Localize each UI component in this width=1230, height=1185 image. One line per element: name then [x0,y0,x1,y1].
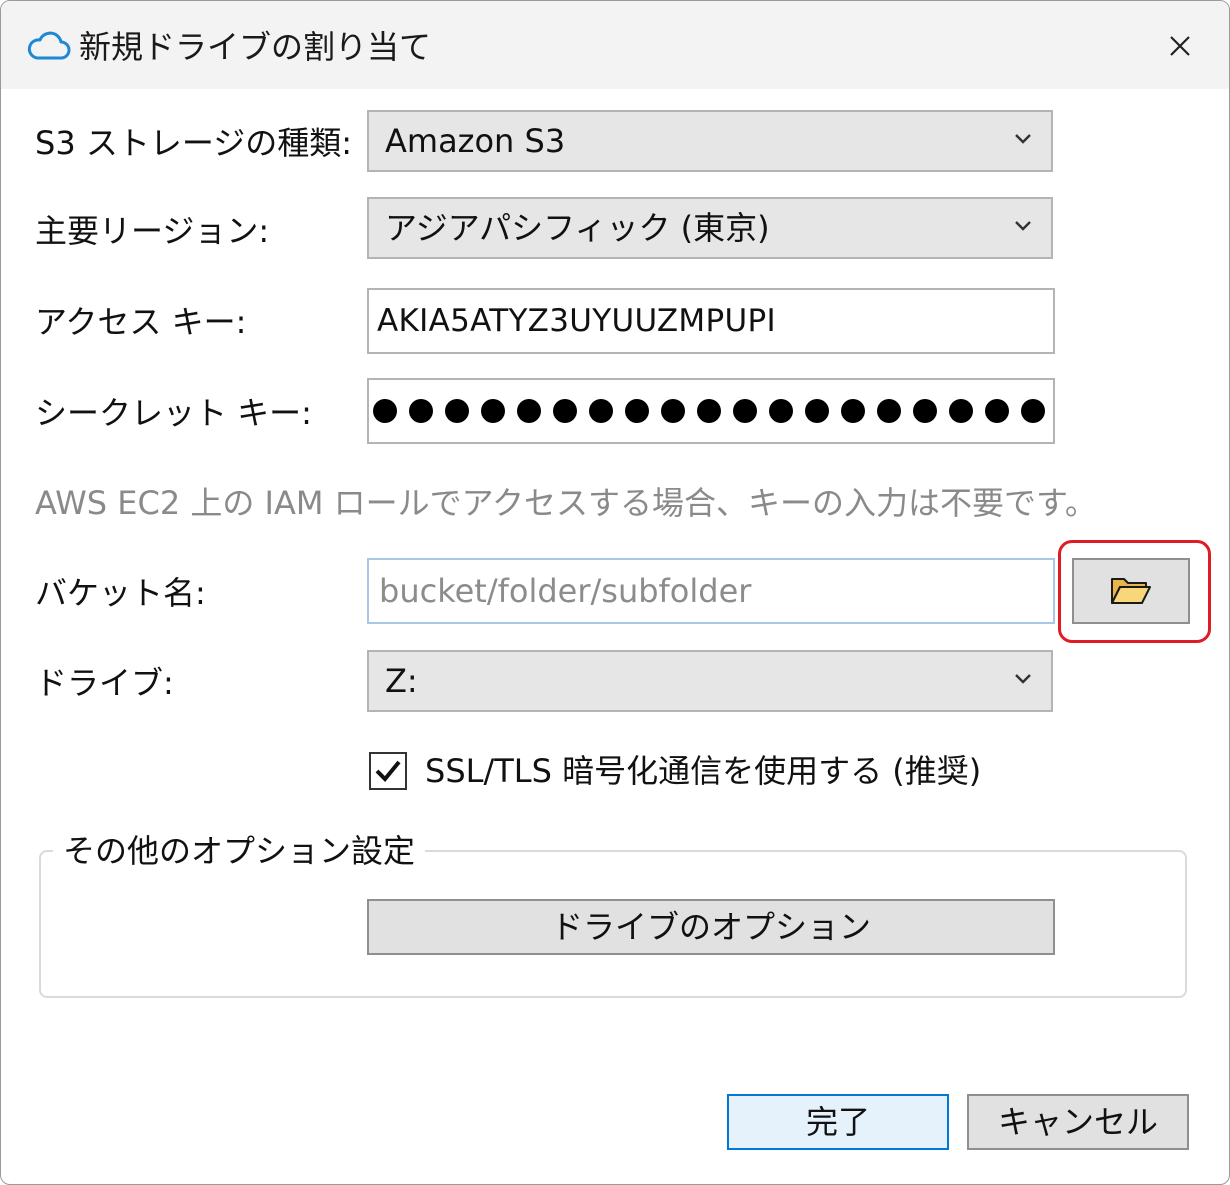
mask-dot [913,399,937,423]
storage-type-value: Amazon S3 [385,122,566,160]
mask-dot [481,399,505,423]
storage-type-select[interactable]: Amazon S3 [367,110,1053,172]
mask-dot [733,399,757,423]
cancel-button[interactable]: キャンセル [967,1094,1189,1150]
drive-options-button[interactable]: ドライブのオプション [367,899,1055,955]
region-label: 主要リージョン: [35,212,270,250]
storage-type-label: S3 ストレージの種類: [35,124,352,162]
browse-bucket-button[interactable] [1072,558,1190,624]
bucket-label: バケット名: [35,574,206,612]
secret-key-input[interactable] [367,378,1055,444]
mask-dot [409,399,433,423]
mask-dot [877,399,901,423]
mask-dot [1021,399,1045,423]
bucket-input[interactable]: bucket/folder/subfolder [367,558,1055,624]
secret-key-label: シークレット キー: [35,394,312,432]
secret-key-mask [373,399,1045,423]
iam-hint-text: AWS EC2 上の IAM ロールでアクセスする場合、キーの入力は不要です。 [35,484,1097,522]
bucket-placeholder: bucket/folder/subfolder [379,572,752,610]
region-value: アジアパシフィック (東京) [385,209,770,247]
close-icon [1170,36,1190,56]
other-options-title: その他のオプション設定 [53,829,426,873]
mask-dot [949,399,973,423]
new-drive-dialog: 新規ドライブの割り当て S3 ストレージの種類: Amazon S3 主要リージ… [0,0,1230,1185]
mask-dot [589,399,613,423]
ssl-option[interactable]: SSL/TLS 暗号化通信を使用する (推奨) [369,749,981,793]
mask-dot [769,399,793,423]
mask-dot [517,399,541,423]
mask-dot [985,399,1009,423]
access-key-value: AKIA5ATYZ3UYUUZMPUPI [377,303,776,339]
mask-dot [373,399,397,423]
mask-dot [445,399,469,423]
mask-dot [553,399,577,423]
mask-dot [841,399,865,423]
dialog-title: 新規ドライブの割り当て [79,28,432,66]
region-select[interactable]: アジアパシフィック (東京) [367,197,1053,259]
cloud-icon [27,31,71,60]
checkmark-icon [375,760,401,782]
mask-dot [625,399,649,423]
ssl-checkbox[interactable] [369,752,407,790]
ssl-label: SSL/TLS 暗号化通信を使用する (推奨) [425,752,982,790]
mask-dot [697,399,721,423]
access-key-input[interactable]: AKIA5ATYZ3UYUUZMPUPI [367,288,1055,354]
drive-value: Z: [385,662,418,700]
mask-dot [805,399,829,423]
chevron-down-icon [1015,674,1031,684]
access-key-label: アクセス キー: [35,303,247,341]
chevron-down-icon [1015,221,1031,231]
drive-label: ドライブ: [35,664,174,702]
mask-dot [661,399,685,423]
chevron-down-icon [1015,134,1031,144]
title-bar: 新規ドライブの割り当て [1,1,1229,89]
ok-button[interactable]: 完了 [727,1094,949,1150]
close-button[interactable] [1149,21,1211,71]
folder-open-icon [1111,578,1151,604]
drive-select[interactable]: Z: [367,650,1053,712]
